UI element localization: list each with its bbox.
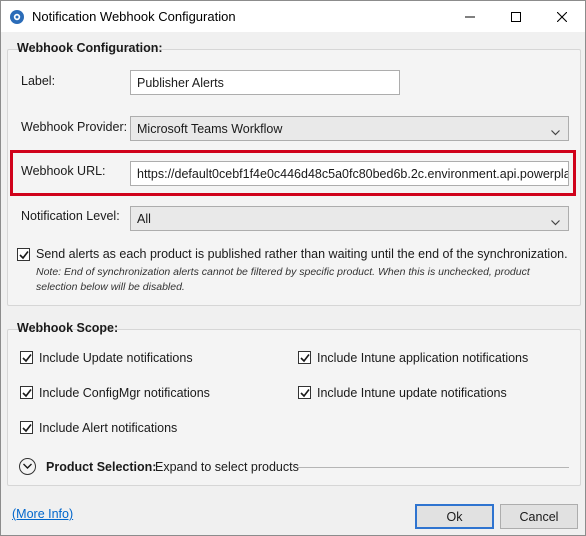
level-value: All bbox=[137, 211, 151, 226]
include-update-label[interactable]: Include Update notifications bbox=[39, 351, 193, 365]
level-caption: Notification Level: bbox=[21, 209, 120, 223]
ok-button[interactable]: Ok bbox=[415, 504, 494, 529]
note-line-1: Note: End of synchronization alerts cann… bbox=[36, 266, 530, 278]
include-configmgr-checkbox[interactable] bbox=[20, 386, 33, 399]
include-intune-update-checkbox[interactable] bbox=[298, 386, 311, 399]
minimize-button[interactable] bbox=[447, 1, 493, 32]
checkmark-icon bbox=[19, 251, 29, 260]
include-intune-app-label[interactable]: Include Intune application notifications bbox=[317, 351, 528, 365]
product-selection-expander[interactable] bbox=[19, 458, 36, 475]
window-title: Notification Webhook Configuration bbox=[32, 9, 236, 24]
webhook-url-input[interactable]: https://default0cebf1f4e0c446d48c5a0fc80… bbox=[130, 161, 569, 186]
checkmark-icon bbox=[22, 424, 32, 433]
close-icon bbox=[557, 11, 567, 22]
include-configmgr-label[interactable]: Include ConfigMgr notifications bbox=[39, 386, 210, 400]
label-input[interactable]: Publisher Alerts bbox=[130, 70, 400, 95]
notification-level-dropdown[interactable]: All bbox=[130, 206, 569, 231]
product-selection-divider bbox=[297, 467, 569, 468]
include-intune-update-label[interactable]: Include Intune update notifications bbox=[317, 386, 507, 400]
provider-value: Microsoft Teams Workflow bbox=[137, 121, 283, 136]
url-caption: Webhook URL: bbox=[21, 164, 106, 178]
minimize-icon bbox=[465, 16, 475, 17]
label-caption: Label: bbox=[21, 74, 56, 88]
include-intune-app-checkbox[interactable] bbox=[298, 351, 311, 364]
close-button[interactable] bbox=[539, 1, 585, 32]
checkmark-icon bbox=[22, 389, 32, 398]
include-update-checkbox[interactable] bbox=[20, 351, 33, 364]
include-alert-checkbox[interactable] bbox=[20, 421, 33, 434]
product-selection-hint: Expand to select products bbox=[155, 460, 299, 474]
webhook-configuration-title: Webhook Configuration: bbox=[17, 41, 163, 55]
send-each-checkbox[interactable] bbox=[17, 248, 30, 261]
product-selection-title[interactable]: Product Selection: bbox=[46, 460, 156, 474]
checkmark-icon bbox=[300, 389, 310, 398]
more-info-link[interactable]: (More Info) bbox=[12, 507, 73, 521]
cancel-button[interactable]: Cancel bbox=[500, 504, 578, 529]
maximize-button[interactable] bbox=[493, 1, 539, 32]
webhook-scope-title: Webhook Scope: bbox=[17, 321, 119, 335]
app-gear-icon bbox=[9, 9, 25, 25]
chevron-down-icon bbox=[23, 463, 32, 469]
provider-caption: Webhook Provider: bbox=[21, 120, 128, 134]
include-alert-label[interactable]: Include Alert notifications bbox=[39, 421, 177, 435]
send-each-label[interactable]: Send alerts as each product is published… bbox=[36, 247, 568, 261]
maximize-icon bbox=[511, 11, 521, 22]
provider-dropdown[interactable]: Microsoft Teams Workflow bbox=[130, 116, 569, 141]
chevron-down-icon bbox=[551, 125, 560, 139]
chevron-down-icon bbox=[551, 215, 560, 229]
title-bar[interactable]: Notification Webhook Configuration bbox=[1, 1, 585, 32]
note-text: Note: End of synchronization alerts cann… bbox=[36, 265, 530, 295]
checkmark-icon bbox=[22, 354, 32, 363]
note-line-2: selection below will be disabled. bbox=[36, 281, 185, 293]
dialog-window: Notification Webhook Configuration Webho… bbox=[0, 0, 586, 536]
checkmark-icon bbox=[300, 354, 310, 363]
